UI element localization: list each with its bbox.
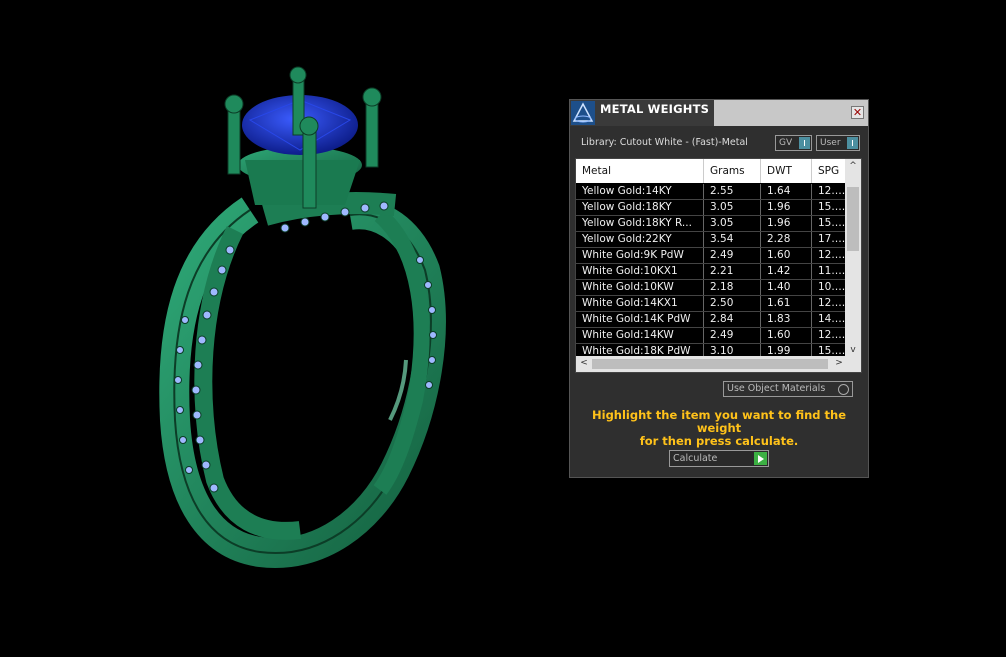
- table-row[interactable]: Yellow Gold:18KY R... 3.05 1.96 15.41: [576, 216, 846, 232]
- table-cell: 2.28: [761, 232, 812, 247]
- instructions-line-1: Highlight the item you want to find the …: [592, 408, 846, 435]
- table-cell: 3.54: [704, 232, 761, 247]
- column-header-spg[interactable]: SPG: [812, 159, 846, 183]
- table-cell: White Gold:14K PdW: [576, 312, 704, 327]
- table-row[interactable]: Yellow Gold:22KY 3.54 2.28 17.89: [576, 232, 846, 248]
- table-row[interactable]: Yellow Gold:14KY 2.55 1.64 12.88: [576, 184, 846, 200]
- calculate-label: Calculate: [673, 453, 718, 464]
- scroll-right-arrow-icon[interactable]: >: [831, 358, 847, 368]
- table-cell: 1.61: [761, 296, 812, 311]
- table-cell: 3.05: [704, 200, 761, 215]
- table-cell: Yellow Gold:22KY: [576, 232, 704, 247]
- table-cell: 2.18: [704, 280, 761, 295]
- table-cell: 1.60: [761, 248, 812, 263]
- user-toggle-knob-icon: [847, 137, 858, 149]
- table-cell: 2.49: [704, 248, 761, 263]
- vertical-scrollbar[interactable]: ^ v: [845, 159, 861, 357]
- table-cell: 1.96: [761, 200, 812, 215]
- table-cell: White Gold:10KW: [576, 280, 704, 295]
- table-cell: 2.84: [704, 312, 761, 327]
- close-button[interactable]: ✕: [851, 106, 864, 119]
- table-cell: 10.99: [818, 281, 846, 293]
- table-cell: White Gold:14KW: [576, 328, 704, 343]
- radio-icon[interactable]: [838, 384, 849, 395]
- table-cell: 1.96: [761, 216, 812, 231]
- library-label: Library: Cutout White - (Fast)-Metal: [581, 137, 748, 148]
- column-header-grams[interactable]: Grams: [704, 159, 761, 183]
- gv-toggle[interactable]: GV: [775, 135, 812, 151]
- table-cell: White Gold:10KX1: [576, 264, 704, 279]
- table-row[interactable]: White Gold:14KX1 2.50 1.61 12.61: [576, 296, 846, 312]
- table-cell: 12.59: [818, 329, 846, 341]
- instructions-line-2: for then press calculate.: [639, 434, 799, 448]
- metal-weights-panel: METAL WEIGHTS ✕ Library: Cutout White - …: [569, 99, 869, 478]
- table-row[interactable]: White Gold:14KW 2.49 1.60 12.59: [576, 328, 846, 344]
- table-cell: White Gold:14KX1: [576, 296, 704, 311]
- use-object-materials-label: Use Object Materials: [727, 383, 826, 394]
- horizontal-scroll-thumb[interactable]: [592, 359, 828, 369]
- table-cell: 2.55: [704, 184, 761, 199]
- table-cell: Yellow Gold:14KY: [576, 184, 704, 199]
- table-row[interactable]: White Gold:10KX1 2.21 1.42 11.18: [576, 264, 846, 280]
- table-cell: 12.61: [818, 297, 846, 309]
- column-header-dwt[interactable]: DWT: [761, 159, 812, 183]
- panel-titlebar[interactable]: METAL WEIGHTS ✕: [570, 100, 868, 126]
- table-cell: 2.21: [704, 264, 761, 279]
- instructions-text: Highlight the item you want to find the …: [580, 409, 858, 448]
- table-header: Metal Grams DWT SPG: [576, 159, 846, 183]
- gv-toggle-knob-icon: [799, 137, 810, 149]
- table-cell: 12.88: [818, 185, 846, 197]
- panel-title: METAL WEIGHTS: [600, 102, 710, 116]
- user-toggle-label: User: [820, 138, 841, 148]
- scroll-down-arrow-icon[interactable]: v: [845, 345, 861, 355]
- table-cell: 3.05: [704, 216, 761, 231]
- metal-weights-table: Metal Grams DWT SPG Yellow Gold:14KY 2.55…: [575, 158, 862, 373]
- table-cell: 11.18: [818, 265, 846, 277]
- column-header-metal[interactable]: Metal: [576, 159, 704, 183]
- calculate-button[interactable]: Calculate: [669, 450, 769, 467]
- table-cell: 15.41: [818, 201, 846, 213]
- user-toggle[interactable]: User: [816, 135, 860, 151]
- table-cell: White Gold:9K PdW: [576, 248, 704, 263]
- horizontal-scrollbar[interactable]: < >: [576, 356, 861, 372]
- ring-render: [159, 66, 446, 568]
- table-cell: 1.83: [761, 312, 812, 327]
- app-logo-icon: [571, 101, 595, 125]
- table-cell: Yellow Gold:18KY R...: [576, 216, 704, 231]
- table-row[interactable]: White Gold:10KW 2.18 1.40 10.99: [576, 280, 846, 296]
- table-cell: 1.40: [761, 280, 812, 295]
- scroll-left-arrow-icon[interactable]: <: [576, 358, 592, 368]
- table-row[interactable]: Yellow Gold:18KY 3.05 1.96 15.41: [576, 200, 846, 216]
- table-cell: 2.49: [704, 328, 761, 343]
- table-cell: 14.37: [818, 313, 846, 325]
- table-cell: 12.59: [818, 249, 846, 261]
- use-object-materials-option[interactable]: Use Object Materials: [723, 381, 853, 397]
- table-cell: Yellow Gold:18KY: [576, 200, 704, 215]
- table-row[interactable]: White Gold:14K PdW 2.84 1.83 14.37: [576, 312, 846, 328]
- table-row[interactable]: White Gold:9K PdW 2.49 1.60 12.59: [576, 248, 846, 264]
- table-cell: 2.50: [704, 296, 761, 311]
- gv-toggle-label: GV: [779, 138, 793, 148]
- table-body: Yellow Gold:14KY 2.55 1.64 12.88 Yellow Gold…: [576, 184, 846, 360]
- table-cell: 17.89: [818, 233, 846, 245]
- 3d-viewport[interactable]: [0, 0, 560, 653]
- table-cell: 1.42: [761, 264, 812, 279]
- table-cell: 1.60: [761, 328, 812, 343]
- vertical-scroll-thumb[interactable]: [847, 187, 859, 251]
- play-arrow-icon: [754, 452, 767, 465]
- table-cell: 15.41: [818, 217, 846, 229]
- scroll-up-arrow-icon[interactable]: ^: [845, 161, 861, 171]
- table-cell: 1.64: [761, 184, 812, 199]
